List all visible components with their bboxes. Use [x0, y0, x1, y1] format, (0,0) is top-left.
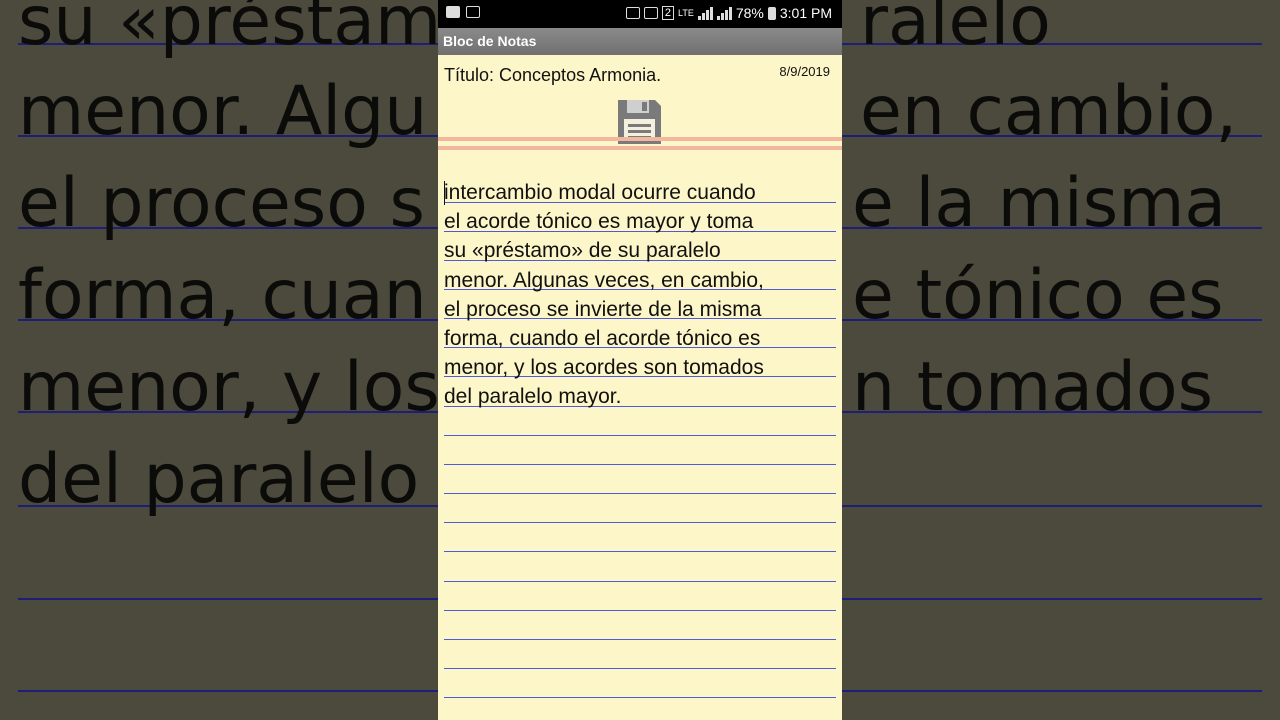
cast-icon [466, 6, 480, 18]
screen-mirroring-icon [625, 7, 640, 19]
bg-text-line: ralelo [860, 0, 1051, 61]
bg-text-line: su «préstamo [18, 0, 483, 61]
bg-text-line: e tónico es [852, 256, 1224, 335]
phone-screen: 2 LTE 78% 3:01 PM Bloc de Notas Título: … [438, 0, 842, 720]
bg-text-line: menor. Algu [18, 72, 428, 151]
battery-percent: 78% [735, 5, 764, 21]
note-body-editor[interactable]: intercambio modal ocurre cuando el acord… [444, 178, 836, 412]
text-cursor [444, 181, 445, 205]
signal-icon [697, 6, 713, 20]
network-type: LTE [677, 8, 694, 18]
video-camera-icon [446, 6, 460, 18]
note-title[interactable]: Título: Conceptos Armonia. [444, 65, 661, 86]
app-title: Bloc de Notas [443, 33, 537, 49]
mute-icon [643, 7, 658, 19]
note-body-text: intercambio modal ocurre cuando el acord… [444, 181, 764, 409]
bg-text-line: forma, cuan [18, 256, 427, 335]
note-date: 8/9/2019 [779, 64, 830, 79]
status-bar: 2 LTE 78% 3:01 PM [438, 0, 842, 28]
sim-slot: 2 [661, 6, 674, 20]
bg-text-line: menor, y los [18, 348, 440, 427]
bg-text-line: el proceso s [18, 164, 425, 243]
signal-icon-2 [716, 6, 732, 20]
header-divider [438, 137, 842, 155]
bg-text-line: en cambio, [860, 72, 1238, 151]
clock: 3:01 PM [779, 5, 832, 21]
battery-icon [767, 6, 776, 20]
app-title-bar: Bloc de Notas [438, 28, 842, 55]
bg-text-line: del paralelo [18, 440, 420, 519]
bg-text-line: n tomados [852, 348, 1214, 427]
bg-text-line: e la misma [852, 164, 1227, 243]
